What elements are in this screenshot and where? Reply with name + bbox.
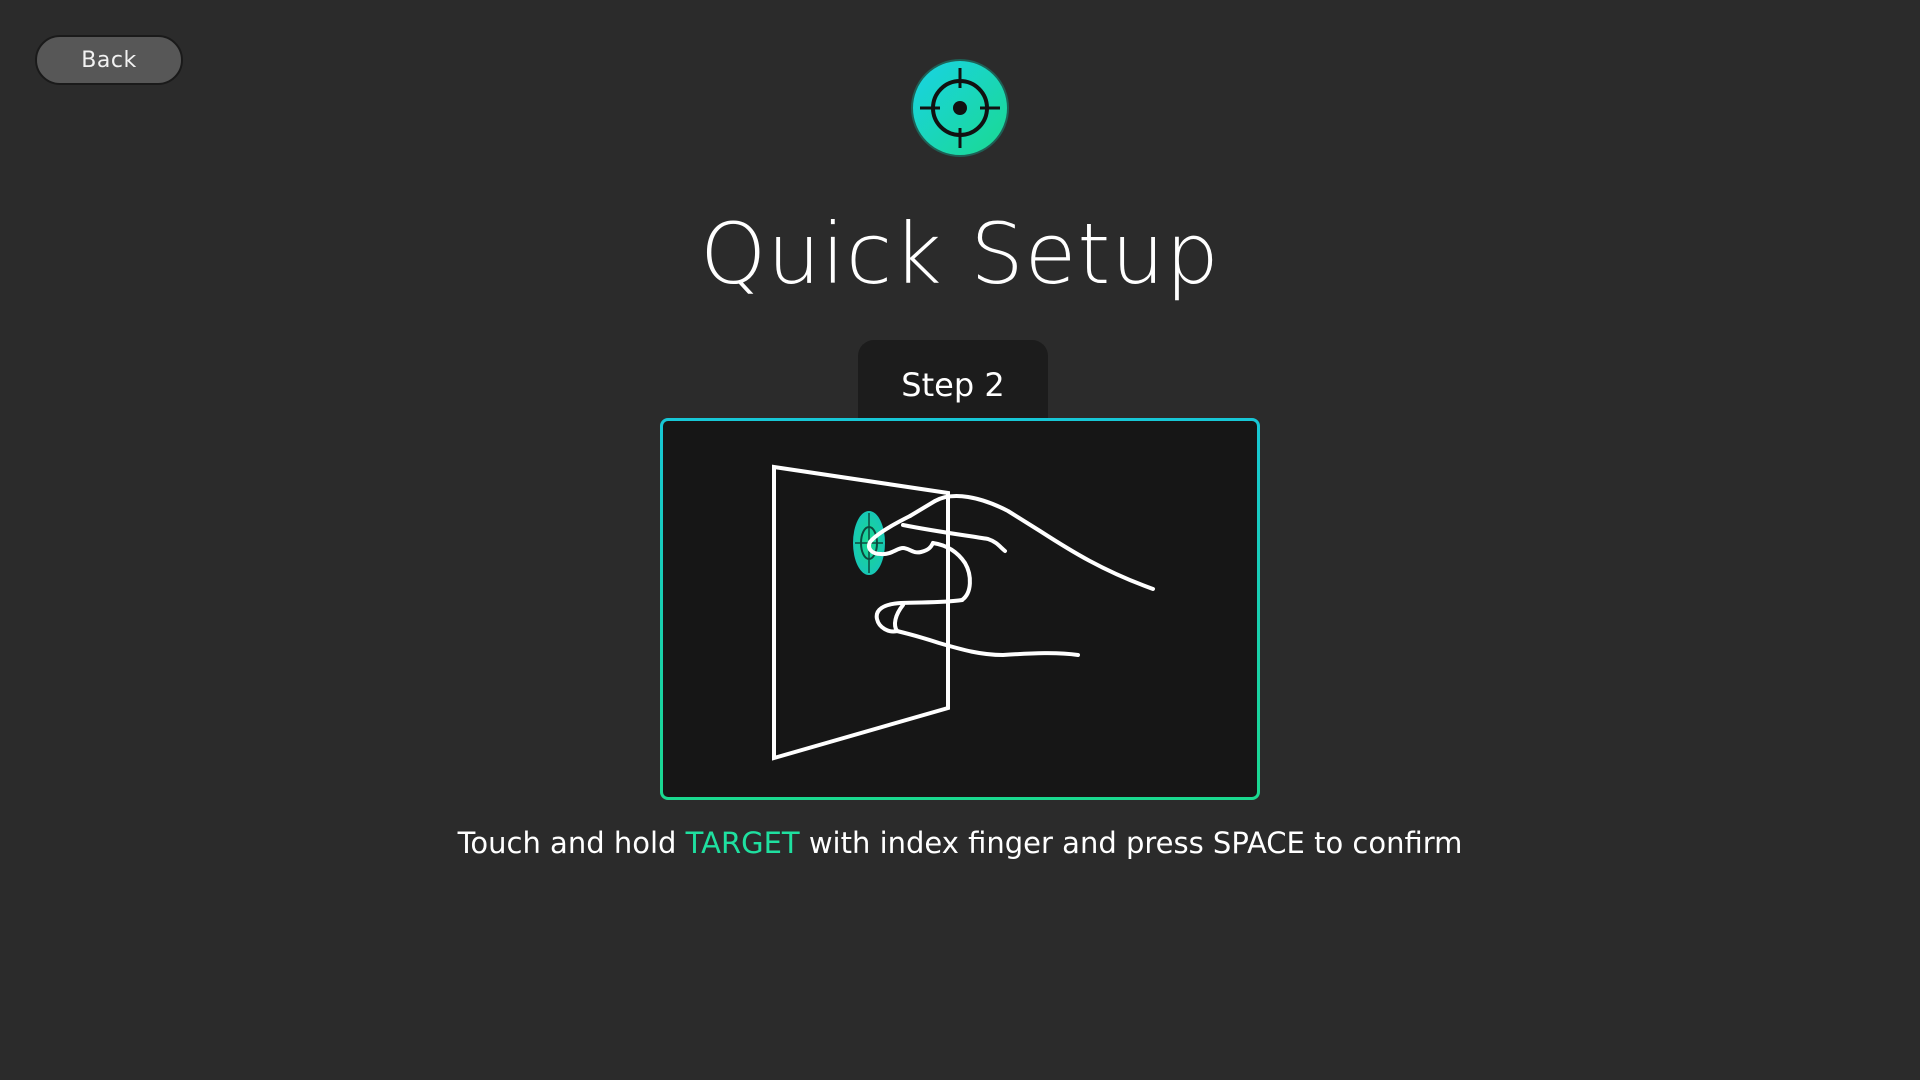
- illustration-panel: [663, 421, 1257, 797]
- instruction-text: Touch and hold TARGET with index finger …: [0, 826, 1920, 860]
- back-button[interactable]: Back: [35, 35, 183, 85]
- hand-touching-target-icon: [772, 464, 1155, 761]
- page-title: Quick Setup: [700, 205, 1220, 303]
- crosshair-target-icon: [911, 59, 1009, 157]
- quick-setup-screen: Back Quick Setup Step 2 Touch and hold T…: [0, 0, 1920, 1080]
- instruction-after: with index finger and press SPACE to con…: [799, 826, 1463, 860]
- step-tab: Step 2: [858, 340, 1048, 424]
- instruction-highlight: TARGET: [685, 826, 800, 860]
- step-label: Step 2: [901, 366, 1005, 404]
- instruction-before: Touch and hold: [457, 826, 686, 860]
- back-button-label: Back: [81, 47, 137, 73]
- illustration-frame: [660, 418, 1260, 800]
